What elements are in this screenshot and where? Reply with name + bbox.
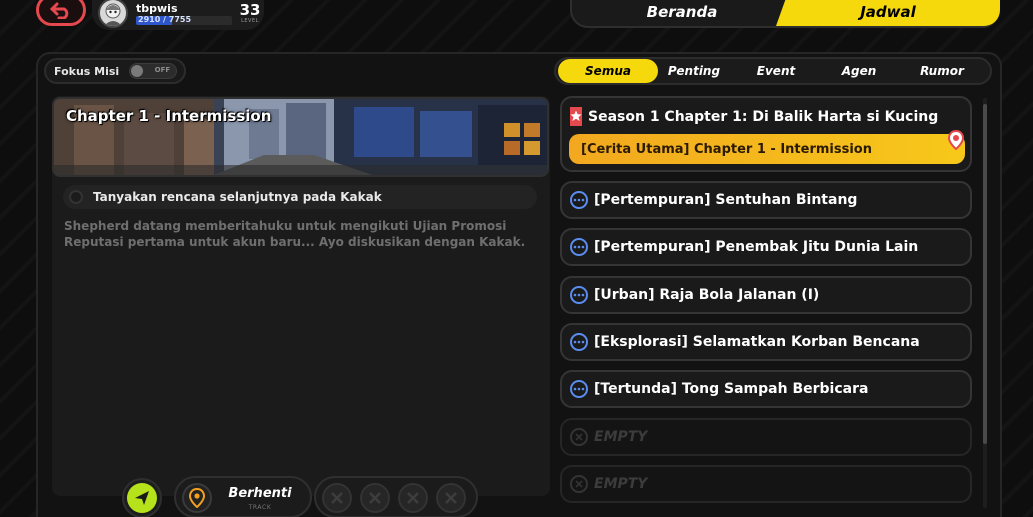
main-mission-header: Season 1 Chapter 1: Di Balik Harta si Ku… [570, 107, 938, 126]
empty-slot-3[interactable] [398, 483, 428, 513]
filter-penting[interactable]: Penting [652, 59, 736, 83]
mission-item[interactable]: [Eksplorasi] Selamatkan Korban Bencana [560, 323, 972, 361]
player-profile[interactable]: tbpwis 2910 / 7755 33 LEVEL [92, 0, 264, 30]
mission-item[interactable]: [Pertempuran] Sentuhan Bintang [560, 181, 972, 219]
filter-rumor[interactable]: Rumor [900, 59, 984, 83]
level-label: LEVEL [241, 17, 259, 24]
empty-mission-slot: EMPTY [560, 465, 972, 503]
back-button[interactable] [36, 0, 86, 26]
xp-bar: 2910 / 7755 [136, 15, 232, 25]
more-dots-icon [570, 380, 588, 398]
mission-title: [Pertempuran] Sentuhan Bintang [594, 192, 858, 208]
close-icon [570, 475, 588, 493]
track-pin-icon [182, 483, 212, 513]
send-arrow-icon [135, 491, 149, 505]
toggle-knob [131, 65, 144, 77]
empty-mission-slot: EMPTY [560, 418, 972, 456]
star-icon [570, 107, 582, 126]
more-dots-icon [570, 238, 588, 256]
main-story-mission[interactable]: Season 1 Chapter 1: Di Balik Harta si Ku… [560, 96, 972, 172]
chapter-banner: Chapter 1 - Intermission [52, 97, 549, 177]
mission-item[interactable]: [Tertunda] Tong Sampah Berbicara [560, 370, 972, 408]
mission-title: [Eksplorasi] Selamatkan Korban Bencana [594, 334, 920, 350]
navigate-icon-bg [127, 483, 157, 513]
scrollbar-thumb[interactable] [983, 104, 987, 444]
bottom-controls: Berhenti TRACK [118, 472, 478, 517]
player-info: tbpwis 2910 / 7755 [136, 2, 232, 25]
track-button[interactable]: Berhenti TRACK [174, 476, 312, 517]
level-number: 33 [239, 0, 261, 19]
main-mission-subtitle: [Cerita Utama] Chapter 1 - Intermission [569, 134, 965, 164]
chapter-title: Chapter 1 - Intermission [66, 107, 272, 125]
filter-event[interactable]: Event [736, 59, 816, 83]
filter-tabs: Semua Penting Event Agen Rumor [554, 57, 992, 85]
more-dots-icon [570, 286, 588, 304]
toggle-text: OFF [154, 66, 171, 74]
mission-title: [Urban] Raja Bola Jalanan (I) [594, 287, 820, 303]
tab-jadwal[interactable]: Jadwal [776, 0, 1000, 26]
mission-item[interactable]: [Pertempuran] Penembak Jitu Dunia Lain [560, 228, 972, 266]
close-icon [331, 492, 343, 504]
objective-checkbox-icon [69, 190, 83, 204]
back-arrow-icon [49, 2, 69, 19]
mission-description: Shepherd datang memberitahuku untuk meng… [64, 219, 526, 249]
empty-slot-2[interactable] [360, 483, 390, 513]
filter-agen[interactable]: Agen [818, 59, 900, 83]
mission-title: [Pertempuran] Penembak Jitu Dunia Lain [594, 239, 919, 255]
slot-bar [314, 476, 478, 517]
focus-label: Fokus Misi [54, 64, 120, 78]
location-pin-icon [948, 130, 964, 150]
avatar [98, 0, 128, 28]
close-icon [570, 428, 588, 446]
focus-toggle[interactable]: OFF [129, 63, 178, 79]
empty-slot-1[interactable] [322, 483, 352, 513]
close-icon [407, 492, 419, 504]
track-label: Berhenti [228, 486, 292, 501]
close-icon [369, 492, 381, 504]
filter-semua[interactable]: Semua [558, 59, 658, 83]
player-name: tbpwis [136, 1, 178, 15]
navigate-button[interactable] [122, 478, 162, 517]
empty-slot-label: EMPTY [594, 476, 648, 492]
objective-text: Tanyakan rencana selanjutnya pada Kakak [93, 190, 382, 204]
more-dots-icon [570, 191, 588, 209]
mission-title: [Tertunda] Tong Sampah Berbicara [594, 381, 869, 397]
main-mission-title: Season 1 Chapter 1: Di Balik Harta si Ku… [588, 108, 939, 125]
more-dots-icon [570, 333, 588, 351]
focus-toggle-group: Fokus Misi OFF [44, 58, 186, 84]
mission-item[interactable]: [Urban] Raja Bola Jalanan (I) [560, 276, 972, 314]
player-level: 33 LEVEL [238, 0, 262, 24]
empty-slot-4[interactable] [436, 483, 466, 513]
track-sublabel: TRACK [248, 504, 272, 511]
close-icon [445, 492, 457, 504]
xp-text: 2910 / 7755 [138, 15, 192, 24]
objective-row: Tanyakan rencana selanjutnya pada Kakak [63, 185, 537, 209]
top-nav: Beranda Jadwal [570, 0, 1000, 28]
avatar-icon [104, 3, 122, 26]
tab-beranda[interactable]: Beranda [572, 0, 792, 26]
empty-slot-label: EMPTY [594, 429, 648, 445]
